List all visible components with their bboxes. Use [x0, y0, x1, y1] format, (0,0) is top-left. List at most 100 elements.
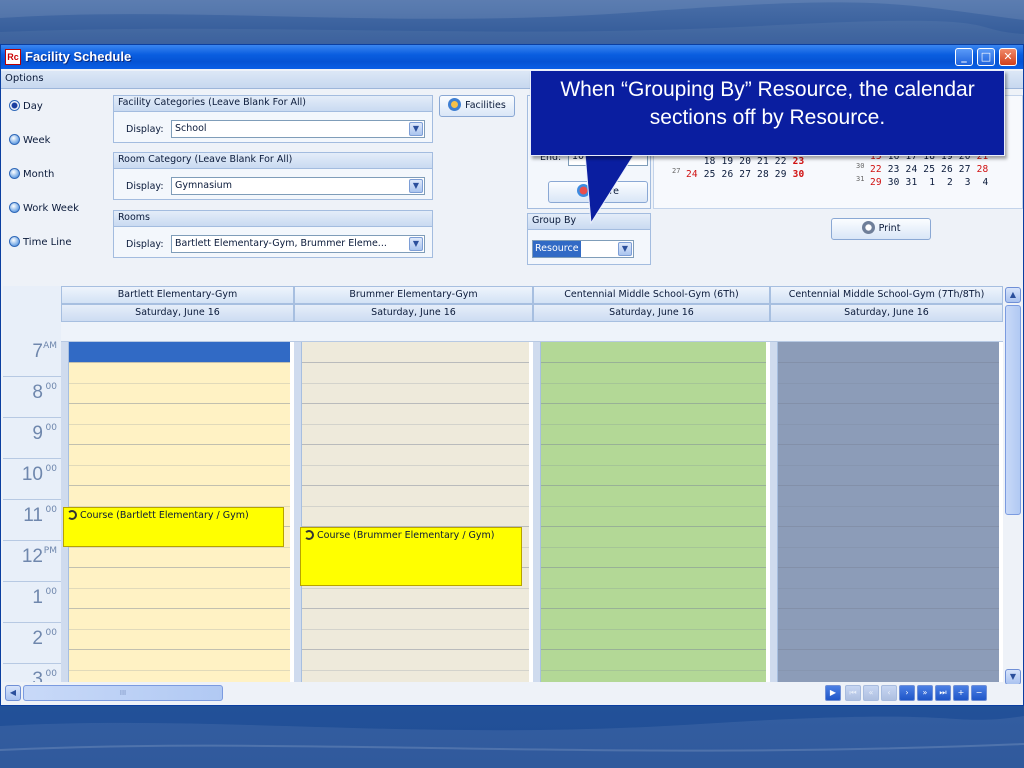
- all-day-area[interactable]: [61, 322, 294, 342]
- nav-prev-page-icon[interactable]: «: [863, 685, 879, 701]
- all-day-area[interactable]: [533, 322, 770, 342]
- add-icon[interactable]: +: [953, 685, 969, 701]
- view-mode-label: Time Line: [23, 237, 72, 248]
- group-by-header: Group By: [532, 215, 577, 226]
- minimize-button[interactable]: _: [955, 48, 973, 66]
- resource-header[interactable]: Centennial Middle School-Gym (7Th/8Th): [770, 286, 1003, 304]
- nav-first-icon[interactable]: ⏮: [845, 685, 861, 701]
- hour-number: 7: [32, 341, 43, 362]
- hour-number: 2: [32, 628, 43, 649]
- calendar-week-row[interactable]: 18 19 20 21 22 23: [686, 156, 804, 167]
- horizontal-scroll-thumb[interactable]: III: [23, 685, 223, 701]
- resource-header[interactable]: Brummer Elementary-Gym: [294, 286, 533, 304]
- room-category-box: Room Category (Leave Blank For All) Disp…: [113, 152, 433, 200]
- scroll-left-icon[interactable]: ◀: [5, 685, 21, 701]
- maximize-button[interactable]: □: [977, 48, 995, 66]
- hour-label: 11 00: [3, 500, 61, 541]
- calendar-day-saturday[interactable]: 28: [977, 164, 989, 175]
- calendar-day-sunday[interactable]: 24: [686, 169, 698, 180]
- resource-column[interactable]: [778, 342, 999, 682]
- time-slot-line: [541, 423, 766, 425]
- close-button[interactable]: ✕: [999, 48, 1017, 66]
- scroll-down-icon[interactable]: ▼: [1005, 669, 1021, 685]
- vertical-scroll-thumb[interactable]: [1005, 305, 1021, 515]
- horizontal-scrollbar[interactable]: ◀ III ▶ ⏮ « ‹ › » ⏭ + −: [3, 684, 1021, 702]
- calendar-week-row[interactable]: 29 30 31 1 2 3 4: [870, 177, 988, 188]
- all-day-area[interactable]: [770, 322, 1003, 342]
- time-ruler: 7 AM 8 00 9 00 10 00 11 00 12 PM 1 00 2 00 3 00: [3, 286, 61, 682]
- calendar-days[interactable]: 30 31 1 2 3 4: [882, 177, 989, 188]
- nav-prev-icon[interactable]: ‹: [881, 685, 897, 701]
- radio-icon: [9, 100, 20, 111]
- view-mode-time-line-radio[interactable]: Time Line: [9, 236, 72, 248]
- day-schedule-grid[interactable]: 7 AM 8 00 9 00 10 00 11 00 12 PM 1 00 2 00 3 00 Bartlett …: [3, 286, 1003, 682]
- hour-suffix: 00: [45, 505, 57, 515]
- nav-next-page-icon[interactable]: »: [917, 685, 933, 701]
- resource-date-header[interactable]: Saturday, June 16: [770, 304, 1003, 322]
- time-slot-line: [778, 423, 999, 425]
- resource-date-header[interactable]: Saturday, June 16: [533, 304, 770, 322]
- scroll-up-icon[interactable]: ▲: [1005, 287, 1021, 303]
- calendar-day-saturday[interactable]: 23: [793, 156, 805, 167]
- rooms-select[interactable]: Bartlett Elementary-Gym, Brummer Eleme..…: [171, 235, 425, 253]
- nav-forward-icon[interactable]: ›: [899, 685, 915, 701]
- calendar-week-row[interactable]: 22 23 24 25 26 27 28: [870, 164, 988, 175]
- time-slot-line: [778, 526, 999, 527]
- view-mode-month-radio[interactable]: Month: [9, 168, 54, 180]
- time-slot-line: [778, 649, 999, 650]
- remove-icon[interactable]: −: [971, 685, 987, 701]
- nav-last-icon[interactable]: ⏭: [935, 685, 951, 701]
- resource-date-header[interactable]: Saturday, June 16: [61, 304, 294, 322]
- all-day-area[interactable]: [294, 322, 533, 342]
- hour-label: 12 PM: [3, 541, 61, 582]
- resource-header[interactable]: Bartlett Elementary-Gym: [61, 286, 294, 304]
- appointment-course[interactable]: Course (Brummer Elementary / Gym): [300, 527, 522, 586]
- hour-number: 10: [21, 464, 43, 485]
- callout-box: When “Grouping By” Resource, the calenda…: [530, 70, 1005, 156]
- view-mode-week-radio[interactable]: Week: [9, 134, 50, 146]
- selected-time-slot[interactable]: [69, 342, 290, 362]
- time-slot-line: [541, 382, 766, 384]
- radio-icon: [9, 168, 20, 179]
- facilities-button[interactable]: Facilities: [439, 95, 515, 117]
- hour-label: 10 00: [3, 459, 61, 500]
- group-by-select[interactable]: Resource ▼: [532, 240, 634, 258]
- view-mode-work-week-radio[interactable]: Work Week: [9, 202, 79, 214]
- time-slot-line: [778, 382, 999, 384]
- calendar-days[interactable]: 23 24 25 26 27: [882, 164, 977, 175]
- calendar-days[interactable]: 18 19 20 21 22: [686, 156, 793, 167]
- hour-suffix: 00: [45, 628, 57, 638]
- resource-column[interactable]: [541, 342, 766, 682]
- time-slot-line: [69, 628, 290, 630]
- facility-category-value: School: [175, 123, 207, 134]
- facility-categories-box: Facility Categories (Leave Blank For All…: [113, 95, 433, 143]
- rooms-header: Rooms: [118, 212, 151, 223]
- calendar-day-saturday[interactable]: 30: [793, 169, 805, 180]
- resource-column[interactable]: [302, 342, 529, 682]
- calendar-week-row[interactable]: 24 25 26 27 28 29 30: [686, 169, 804, 180]
- app-logo-icon: Rc: [5, 49, 21, 65]
- view-mode-label: Work Week: [23, 203, 79, 214]
- time-slot-line: [541, 587, 766, 589]
- nav-next-icon[interactable]: ▶: [825, 685, 841, 701]
- resource-date-header[interactable]: Saturday, June 16: [294, 304, 533, 322]
- time-slot-line: [541, 608, 766, 609]
- time-slot-line: [302, 423, 529, 425]
- rooms-display-label: Display:: [126, 239, 164, 250]
- calendar-days[interactable]: 25 26 27 28 29: [698, 169, 793, 180]
- resource-header[interactable]: Centennial Middle School-Gym (6Th): [533, 286, 770, 304]
- print-button[interactable]: Print: [831, 218, 931, 240]
- hour-number: 11: [23, 505, 43, 526]
- title-bar: Rc Facility Schedule _ □ ✕: [1, 45, 1023, 69]
- appointment-course[interactable]: Course (Bartlett Elementary / Gym): [63, 507, 284, 547]
- time-slot-line: [302, 669, 529, 671]
- calendar-day-sunday[interactable]: 29: [870, 177, 882, 188]
- view-mode-day-radio[interactable]: Day: [9, 100, 43, 112]
- facility-category-select[interactable]: School ▼: [171, 120, 425, 138]
- room-category-select[interactable]: Gymnasium ▼: [171, 177, 425, 195]
- calendar-day-sunday[interactable]: 22: [870, 164, 882, 175]
- window-title: Facility Schedule: [25, 49, 132, 64]
- time-slot-line: [541, 403, 766, 404]
- radio-icon: [9, 236, 20, 247]
- vertical-scrollbar[interactable]: ▲ ▼: [1004, 286, 1022, 686]
